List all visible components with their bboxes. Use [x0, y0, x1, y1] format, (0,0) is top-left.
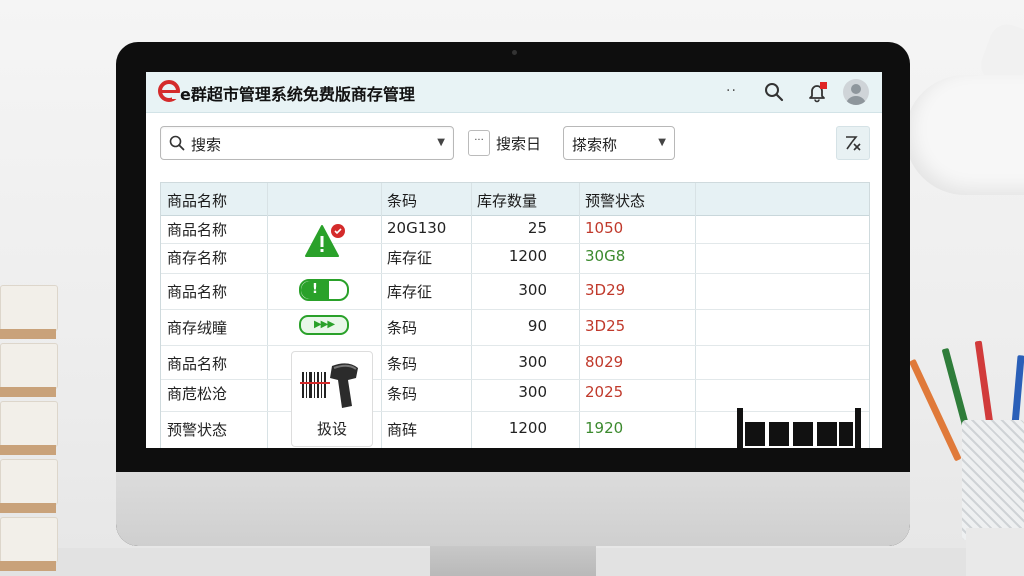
desk-lamp: [905, 75, 1024, 195]
search-input-value: 搜索: [191, 136, 222, 154]
table-row-code: 条码: [387, 355, 418, 373]
date-picker-button[interactable]: ···: [468, 130, 490, 156]
top-bar: e群超市管理系统免费版商存管理 ··: [146, 72, 882, 113]
warning-triangle-icon: [305, 224, 345, 257]
monitor-chin: [116, 472, 910, 546]
status-toggle[interactable]: !: [299, 279, 349, 301]
filter-clear-button[interactable]: [836, 126, 870, 160]
table-row-code: 条码: [387, 319, 418, 337]
table-row-qty: 1200: [508, 419, 547, 437]
table-row-code: 20G130: [387, 219, 447, 237]
toggle-label: !: [301, 281, 329, 299]
user-avatar-icon[interactable]: [843, 79, 869, 105]
app-logo-icon: [158, 80, 180, 102]
table-row-qty: 90: [527, 317, 547, 335]
app-window: e群超市管理系统免费版商存管理 ·· 搜索 ▼ ··· 搜索日 搽索称 ▼ 商品…: [146, 72, 882, 448]
chevron-down-icon: ▼: [437, 137, 445, 148]
box-stack: [0, 285, 58, 576]
table-row-name: 商品名称: [167, 221, 228, 239]
bell-icon[interactable]: [806, 81, 828, 103]
table-row-code: 条码: [387, 385, 418, 403]
filter-clear-icon: [846, 136, 861, 151]
column-header-name[interactable]: 商品名称: [167, 190, 227, 211]
app-title: e群超市管理系统免费版商存管理: [180, 85, 415, 104]
more-dots-icon[interactable]: ··: [726, 83, 737, 99]
table-row-name: 预警状态: [167, 421, 228, 439]
table-row-status: 1050: [585, 219, 624, 237]
progress-indicator: ▶▶▶: [299, 315, 349, 335]
table-row-code: 商砗: [387, 421, 418, 439]
table-row-name: 商品名称: [167, 283, 228, 301]
category-select-value: 搽索称: [572, 136, 618, 154]
inventory-table: 商品名称 条码 库存数量 预警状态 商品名称 20G130 25 1050 商存…: [160, 182, 870, 448]
table-row-qty: 300: [518, 281, 547, 299]
table-row-status: 3D25: [585, 317, 626, 335]
warehouse-shelf-icon: [737, 408, 861, 448]
table-row-name: 商苊松沧: [167, 385, 228, 403]
pencil-cup-base: [966, 528, 1024, 576]
table-row-status: 3D29: [585, 281, 626, 299]
scanner-card[interactable]: 扱设: [291, 351, 373, 447]
table-row-qty: 300: [518, 383, 547, 401]
scanner-label: 扱设: [316, 420, 347, 438]
search-input[interactable]: 搜索 ▼: [160, 126, 454, 160]
column-header-qty[interactable]: 库存数量: [477, 190, 537, 211]
table-row-name: 商品名称: [167, 355, 228, 373]
table-row-qty: 25: [527, 219, 547, 237]
pencil-cup: [962, 420, 1024, 540]
monitor-stand: [430, 546, 596, 576]
search-icon[interactable]: [764, 82, 784, 102]
column-header-status[interactable]: 预警状态: [585, 190, 645, 211]
chevron-down-icon: ▼: [658, 137, 666, 148]
webcam: [512, 50, 517, 55]
date-search-label[interactable]: 搜索日: [496, 133, 541, 154]
table-row-name: 商存名称: [167, 249, 228, 267]
table-row-code: 库存征: [387, 249, 433, 267]
column-header-code[interactable]: 条码: [387, 190, 417, 211]
table-row-code: 库存征: [387, 283, 433, 301]
table-row-status: 2025: [585, 383, 624, 401]
table-row-status: 30G8: [585, 247, 626, 265]
table-row-qty: 1200: [508, 247, 547, 265]
search-field-icon: [169, 135, 185, 151]
table-row-status: 1920: [585, 419, 624, 437]
barcode-scanner-icon: [300, 363, 358, 408]
table-row-name: 商存绒瞳: [167, 319, 228, 337]
category-select[interactable]: 搽索称 ▼: [563, 126, 675, 160]
table-row-status: 8029: [585, 353, 624, 371]
table-row-qty: 300: [518, 353, 547, 371]
